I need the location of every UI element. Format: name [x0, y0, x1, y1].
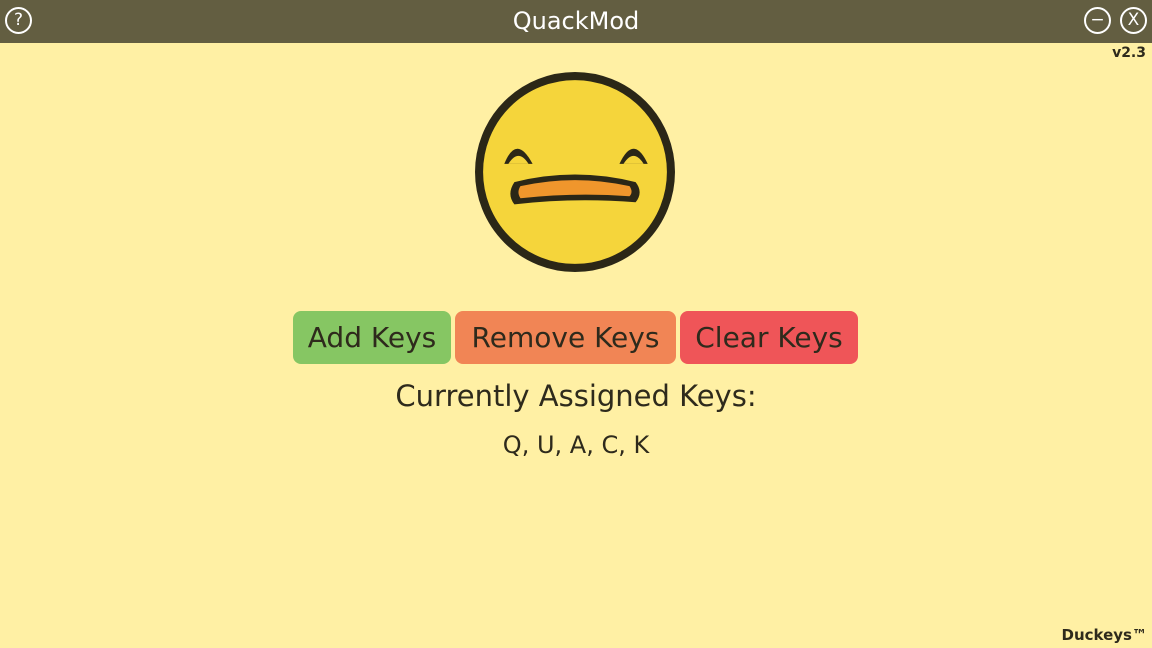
action-buttons: Add Keys Remove Keys Clear Keys: [0, 311, 1152, 364]
minimize-button[interactable]: −: [1084, 7, 1111, 34]
assigned-keys-list: Q, U, A, C, K: [502, 431, 650, 459]
clear-keys-button[interactable]: Clear Keys: [680, 311, 858, 364]
title-bar: QuackMod ? − X: [0, 0, 1152, 43]
add-keys-button[interactable]: Add Keys: [293, 311, 451, 364]
duck-face-icon: [475, 72, 675, 272]
version-label: v2.3: [1112, 45, 1146, 61]
app-title: QuackMod: [512, 7, 640, 35]
close-icon: X: [1127, 10, 1140, 30]
remove-keys-button[interactable]: Remove Keys: [455, 311, 676, 364]
brand-label: Duckeys™: [1061, 626, 1147, 644]
assigned-keys-heading: Currently Assigned Keys:: [395, 379, 757, 413]
minimize-icon: −: [1090, 10, 1105, 30]
close-button[interactable]: X: [1120, 7, 1147, 34]
question-mark-icon: ?: [13, 10, 24, 30]
help-button[interactable]: ?: [5, 7, 32, 34]
